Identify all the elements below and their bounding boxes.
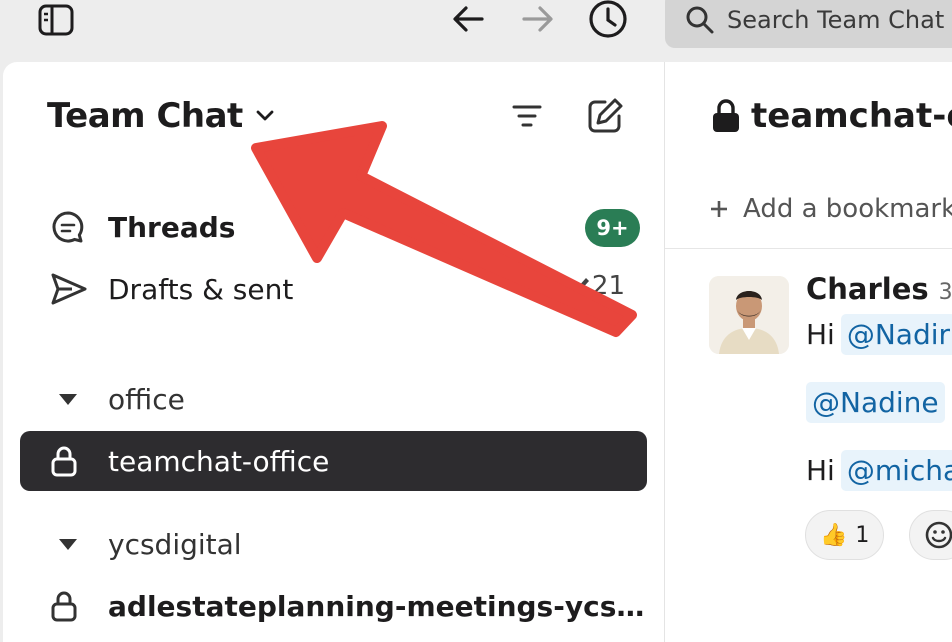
channel-adlestateplanning[interactable]: adlestateplanning-meetings-ycs…	[20, 576, 647, 636]
message-line: Hi @Nadir	[806, 314, 952, 355]
message-line: Hi @micha	[806, 450, 952, 491]
caret-down-icon	[50, 392, 92, 406]
section-name: ycsdigital	[108, 527, 242, 561]
channel-teamchat-office[interactable]: teamchat-office	[20, 431, 647, 491]
pencil-icon	[575, 278, 589, 292]
message-text: Hi	[806, 454, 835, 487]
nav-drafts-sent[interactable]: Drafts & sent 21	[20, 259, 647, 319]
search-input[interactable]: Search Team Chat	[665, 0, 952, 48]
channel-name: adlestateplanning-meetings-ycs…	[108, 589, 645, 623]
bookmark-label: Add a bookmark	[743, 194, 952, 224]
thumbs-up-icon: 👍	[820, 522, 848, 548]
drafts-count-value: 21	[591, 271, 625, 301]
author-name: Charles	[806, 272, 929, 306]
add-bookmark-button[interactable]: Add a bookmark	[709, 194, 952, 224]
threads-badge: 9+	[585, 209, 640, 247]
channel-title-text: teamchat-o	[751, 96, 952, 136]
history-clock-icon[interactable]	[586, 0, 630, 40]
workspace-name: Team Chat	[47, 96, 243, 136]
section-header-ycsdigital[interactable]: ycsdigital	[20, 514, 647, 574]
add-reaction-icon	[925, 521, 952, 549]
user-mention[interactable]: @Nadine	[806, 382, 945, 423]
filter-icon	[512, 105, 542, 127]
plus-icon	[711, 201, 727, 217]
send-icon	[50, 268, 92, 310]
back-arrow-icon[interactable]	[448, 0, 488, 38]
reaction-thumbsup[interactable]: 👍 1	[805, 510, 885, 560]
top-bar: Search Team Chat	[0, 0, 952, 62]
chevron-down-icon	[256, 110, 274, 121]
channel-pane: teamchat-o Add a bookmark Charles 3: Hi @…	[664, 62, 952, 642]
sidebar: Team Chat Threads 9+ Drafts & sent 21 of…	[3, 62, 664, 642]
message-text: Hi	[806, 318, 835, 351]
forward-arrow-icon[interactable]	[518, 0, 558, 38]
search-icon	[686, 6, 714, 34]
message-line: @Nadine	[806, 382, 945, 423]
compose-icon	[588, 98, 623, 133]
filter-button[interactable]	[507, 96, 547, 136]
reaction-count: 1	[855, 522, 870, 548]
message-author[interactable]: Charles 3:	[806, 272, 952, 306]
compose-button[interactable]	[585, 96, 625, 136]
caret-down-icon	[50, 537, 92, 551]
add-reaction-button[interactable]	[909, 510, 952, 560]
workspace-switcher[interactable]: Team Chat	[47, 96, 275, 136]
lock-icon	[50, 585, 92, 627]
nav-threads-label: Threads	[108, 210, 236, 244]
lock-icon	[50, 440, 92, 482]
avatar[interactable]	[709, 276, 789, 354]
message-time: 3:	[938, 280, 952, 305]
search-placeholder: Search Team Chat	[727, 6, 945, 34]
channel-title[interactable]: teamchat-o	[711, 96, 952, 136]
nav-drafts-label: Drafts & sent	[108, 272, 294, 306]
section-name: office	[108, 382, 185, 416]
user-mention[interactable]: @Nadir	[840, 314, 952, 355]
sidebar-toggle-icon[interactable]	[36, 2, 76, 38]
lock-icon	[713, 99, 739, 132]
channel-name: teamchat-office	[108, 444, 330, 478]
user-mention[interactable]: @micha	[840, 450, 952, 491]
divider	[665, 248, 952, 249]
threads-icon	[50, 206, 92, 248]
section-header-office[interactable]: office	[20, 369, 647, 429]
drafts-count: 21	[574, 271, 625, 301]
nav-threads[interactable]: Threads 9+	[20, 197, 647, 257]
